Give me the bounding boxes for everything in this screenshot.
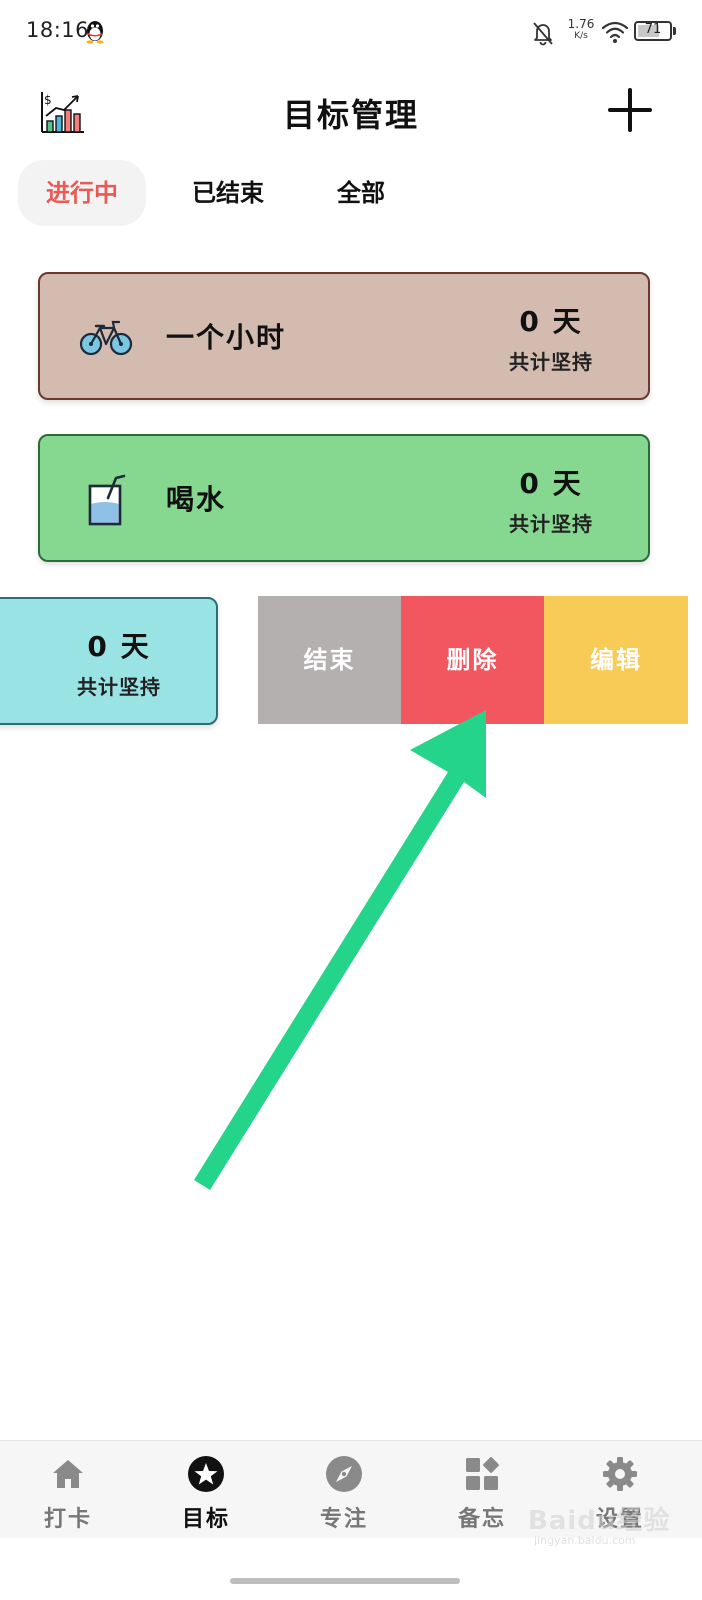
baidu-watermark: Baidu经验 jingyan.baidu.com xyxy=(520,1498,690,1558)
days-label: 共计坚持 xyxy=(77,675,161,699)
nav-item-focus[interactable]: 专注 xyxy=(284,1441,404,1539)
tab-in-progress[interactable]: 进行中 xyxy=(18,160,146,226)
widgets-icon xyxy=(466,1457,499,1490)
days-value: 0 天 xyxy=(519,305,583,338)
status-bar: 18:16 1.76 K/s 71 xyxy=(0,0,702,64)
screen: 18:16 1.76 K/s 71 $ 目标管理 进行中 已结束 全部 一个小时… xyxy=(0,0,702,1600)
add-goal-button[interactable] xyxy=(606,86,654,134)
goal-name: 一个小时 xyxy=(166,321,287,354)
gear-icon xyxy=(603,1457,637,1491)
goal-days: 0 天 共计坚持 xyxy=(486,300,616,375)
goal-card[interactable]: 一个小时 0 天 共计坚持 xyxy=(38,272,650,400)
battery-indicator: 71 xyxy=(634,21,672,41)
watermark-sub: jingyan.baidu.com xyxy=(534,1534,636,1547)
bicycle-icon xyxy=(79,320,133,356)
watermark-main: Baidu经验 xyxy=(528,1506,671,1536)
tab-ended[interactable]: 已结束 xyxy=(164,160,292,226)
compass-icon xyxy=(326,1456,362,1492)
days-label: 共计坚持 xyxy=(509,350,593,374)
goal-days: 0 天 共计坚持 xyxy=(54,625,184,700)
network-speed: 1.76 K/s xyxy=(567,17,595,41)
star-icon xyxy=(188,1456,224,1492)
goal-days: 0 天 共计坚持 xyxy=(486,462,616,537)
tab-all[interactable]: 全部 xyxy=(306,160,416,226)
home-indicator[interactable] xyxy=(230,1578,460,1584)
goal-card[interactable]: 喝水 0 天 共计坚持 xyxy=(38,434,650,562)
battery-tip xyxy=(673,27,676,35)
nav-label: 专注 xyxy=(319,1507,368,1532)
status-time: 18:16 xyxy=(26,18,90,42)
bell-muted-icon xyxy=(533,22,553,46)
qq-penguin-icon xyxy=(86,21,104,44)
nav-label: 目标 xyxy=(181,1507,230,1532)
days-value: 0 天 xyxy=(87,630,151,663)
water-cup-icon xyxy=(88,474,126,526)
home-icon xyxy=(53,1460,83,1488)
app-header: $ 目标管理 xyxy=(0,72,702,152)
annotation-arrow xyxy=(194,710,486,1190)
page-title: 目标管理 xyxy=(282,96,419,134)
nav-item-checkin[interactable]: 打卡 xyxy=(8,1441,128,1539)
wifi-icon xyxy=(601,21,629,43)
edit-goal-button[interactable]: 编辑 xyxy=(544,596,688,724)
days-label: 共计坚持 xyxy=(509,512,593,536)
goal-name: 喝水 xyxy=(166,483,227,516)
nav-item-goals[interactable]: 目标 xyxy=(146,1441,266,1539)
nav-label: 打卡 xyxy=(43,1507,92,1532)
days-value: 0 天 xyxy=(519,467,583,500)
